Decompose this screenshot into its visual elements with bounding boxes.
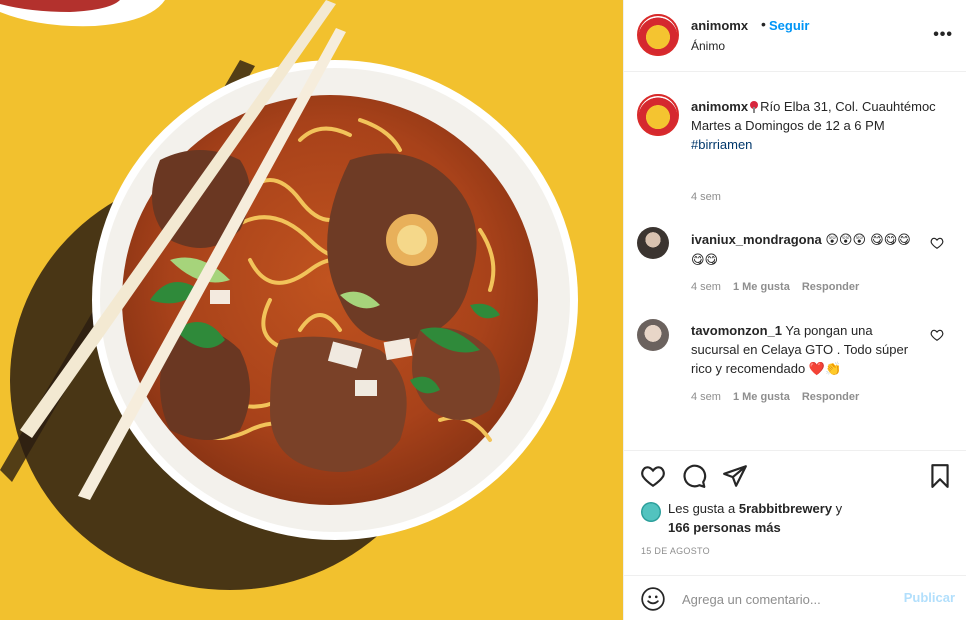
- comment-likes[interactable]: 1 Me gusta: [733, 391, 790, 403]
- comment-heart-icon[interactable]: [930, 328, 944, 342]
- caption-text: animomx Río Elba 31, Col. Cuauhtémoc Mart…: [691, 97, 951, 154]
- instagram-post: animomx • Seguir Ánimo ••• animomx Río El…: [0, 0, 966, 620]
- emoji-smile-icon[interactable]: [640, 586, 666, 612]
- comment-time: 4 sem: [691, 391, 721, 403]
- comment-avatar[interactable]: [637, 319, 669, 351]
- post-date: 15 DE AGOSTO: [641, 546, 710, 556]
- comment-heart-icon[interactable]: [930, 236, 944, 250]
- post-photo[interactable]: [0, 0, 623, 620]
- comment-time: 4 sem: [691, 281, 721, 293]
- heart-icon[interactable]: [640, 463, 666, 489]
- reply-button[interactable]: Responder: [802, 391, 859, 403]
- comment-likes[interactable]: 1 Me gusta: [733, 281, 790, 293]
- caption-avatar[interactable]: [637, 94, 679, 136]
- more-options-icon[interactable]: •••: [933, 26, 953, 44]
- separator-dot: •: [761, 16, 766, 32]
- comment-bubble-icon[interactable]: [681, 463, 707, 489]
- caption-time: 4 sem: [691, 191, 721, 203]
- likes-prefix: Les gusta a: [668, 501, 736, 516]
- caption-address: Río Elba 31, Col. Cuauhtémoc: [760, 99, 936, 114]
- comment-text: ivaniux_mondragona 😲😲😲 😋😋😋😋😋: [691, 230, 911, 270]
- comment-avatar[interactable]: [637, 227, 669, 259]
- comment-meta: 4 sem 1 Me gusta Responder: [691, 281, 859, 293]
- comment-username[interactable]: ivaniux_mondragona: [691, 232, 822, 247]
- header-username[interactable]: animomx: [691, 18, 748, 33]
- comment-emojis: ❤️👏: [808, 362, 842, 377]
- header-location[interactable]: Ánimo: [691, 39, 725, 53]
- reply-button[interactable]: Responder: [802, 281, 859, 293]
- add-comment-bar: Publicar: [624, 575, 966, 620]
- post-actions: Les gusta a 5rabbitbrewery y 166 persona…: [624, 450, 966, 575]
- likes-others[interactable]: 166 personas más: [668, 520, 781, 535]
- caption-username[interactable]: animomx: [691, 99, 748, 114]
- caption-hashtag[interactable]: #birriamen: [691, 137, 752, 152]
- likes-text: Les gusta a 5rabbitbrewery y 166 persona…: [668, 499, 948, 537]
- publish-button[interactable]: Publicar: [904, 590, 955, 605]
- caption-hours: Martes a Domingos de 12 a 6 PM: [691, 118, 885, 133]
- liker-username[interactable]: 5rabbitbrewery: [739, 501, 832, 516]
- post-header: animomx • Seguir Ánimo •••: [624, 0, 966, 72]
- comment-text: tavomonzon_1 Ya pongan una sucursal en C…: [691, 321, 911, 379]
- likes-conj: y: [835, 501, 843, 516]
- profile-avatar[interactable]: [637, 14, 679, 56]
- follow-button[interactable]: Seguir: [769, 18, 809, 33]
- pushpin-icon: [750, 101, 759, 113]
- comment-meta: 4 sem 1 Me gusta Responder: [691, 391, 859, 403]
- comment-input[interactable]: [682, 588, 882, 610]
- bookmark-icon[interactable]: [927, 463, 953, 489]
- comment-username[interactable]: tavomonzon_1: [691, 323, 782, 338]
- ramen-bowl-illustration: [0, 0, 578, 590]
- share-plane-icon[interactable]: [722, 463, 748, 489]
- liker-avatar[interactable]: [641, 502, 661, 522]
- post-sidebar: animomx • Seguir Ánimo ••• animomx Río El…: [623, 0, 966, 620]
